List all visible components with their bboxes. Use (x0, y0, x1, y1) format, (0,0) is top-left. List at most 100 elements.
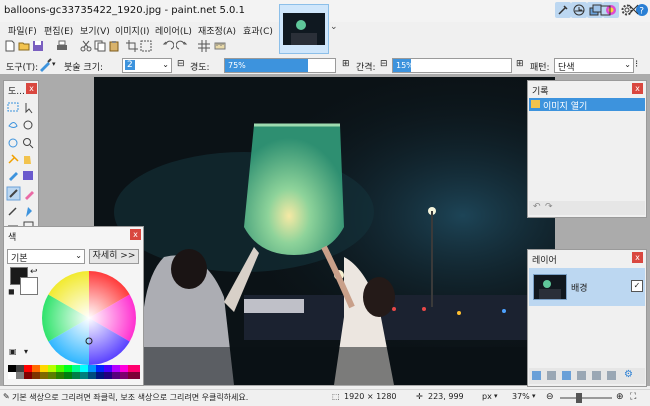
paintbrush-tool-icon[interactable] (38, 58, 52, 72)
open-folder-icon[interactable] (18, 40, 30, 52)
unit-dropdown-icon[interactable]: ▾ (494, 392, 498, 400)
menu-layers[interactable]: 레이어(L) (155, 24, 192, 37)
overflow-icon[interactable]: ⁝ (635, 59, 638, 70)
open-image-icon (531, 100, 540, 108)
maximize-button[interactable] (596, 2, 616, 18)
status-hint: 기본 색상으로 그리려면 좌클릭, 보조 색상으로 그리려면 우클릭하세요. (12, 393, 249, 402)
window-title: balloons-gc33735422_1920.jpg - paint.net… (4, 5, 245, 16)
menu-edit[interactable]: 편집(E) (44, 24, 73, 37)
redo-icon[interactable] (175, 40, 188, 52)
zoom-in-icon[interactable]: ⊕ (616, 392, 624, 402)
history-undo-icon[interactable]: ↶ (533, 202, 541, 212)
menu-effects[interactable]: 효과(C) (243, 24, 273, 37)
brush-width-field[interactable]: 2 ⌄ (122, 58, 172, 73)
pattern-value: 단색 (558, 63, 575, 73)
spacing-increase-icon[interactable]: ⊞ (516, 59, 524, 69)
close-window-button[interactable] (624, 2, 644, 18)
swap-colors-icon[interactable]: ↩ (30, 267, 38, 277)
color-mode-dropdown-icon[interactable]: ⌄ (75, 251, 82, 260)
layer-properties-icon[interactable]: ⚙ (624, 369, 633, 380)
cut-icon[interactable] (80, 40, 92, 52)
color-palette-strip[interactable] (8, 365, 140, 379)
palette-menu-icon[interactable]: ▾ (24, 347, 28, 356)
secondary-color-swatch[interactable] (20, 277, 38, 295)
zoom-out-icon[interactable]: ⊖ (546, 392, 554, 402)
move-layer-up-icon[interactable] (592, 371, 601, 380)
grid-icon[interactable] (198, 40, 210, 52)
history-panel-title: 기록 (532, 87, 549, 97)
hardness-fill: 75% (225, 59, 308, 72)
hardness-decrease-icon[interactable]: ⊟ (177, 59, 185, 69)
menu-adjustments[interactable]: 재조정(A) (198, 24, 236, 37)
deselect-icon[interactable] (140, 40, 152, 52)
print-icon[interactable] (56, 40, 68, 52)
zoom-slider[interactable] (560, 393, 612, 403)
layer-thumbnail (533, 274, 567, 300)
history-panel-close-button[interactable]: x (632, 83, 643, 94)
palette-icon[interactable]: ▣ (9, 347, 17, 356)
minimize-button[interactable] (570, 2, 590, 18)
tool-grid (6, 101, 38, 234)
cursor-position: 223, 999 (428, 392, 464, 401)
tools-panel-title: 도... (8, 87, 25, 97)
ruler-icon[interactable] (214, 40, 226, 52)
tools-panel-header: 도... x (4, 81, 38, 97)
undo-icon[interactable] (162, 40, 175, 52)
main-toolbar (0, 38, 278, 55)
crop-icon[interactable] (126, 40, 138, 52)
more-colors-button[interactable]: 자세히 >> (89, 249, 139, 264)
tool-options-bar: 도구(T): ▾ 붓술 크기: 2 ⌄ ⊟ 경도: 75% ⊞ 간격: ⊟ 15… (0, 57, 650, 74)
move-layer-down-icon[interactable] (607, 371, 616, 380)
pattern-select[interactable]: 단색 ⌄ (554, 58, 634, 73)
color-mode-select[interactable]: 기본 ⌄ (7, 249, 85, 264)
colors-panel-title: 색 (8, 233, 17, 243)
layers-panel-close-button[interactable]: x (632, 252, 643, 263)
layer-item[interactable]: 배경 ✓ (529, 268, 645, 306)
history-redo-icon[interactable]: ↷ (545, 202, 553, 212)
image-tab-thumbnail[interactable] (279, 4, 329, 54)
hardness-increase-icon[interactable]: ⊞ (342, 59, 350, 69)
tools-toggle-icon[interactable] (555, 2, 571, 18)
copy-icon[interactable] (94, 40, 106, 52)
zoom-dropdown-icon[interactable]: ▾ (532, 392, 536, 400)
history-item[interactable]: 이미지 열기 (529, 98, 645, 112)
image-size: 1920 × 1280 (344, 392, 397, 401)
new-file-icon[interactable] (4, 40, 16, 52)
color-mode-value: 기본 (11, 254, 28, 264)
add-layer-icon[interactable] (532, 371, 541, 380)
colors-panel: 색 x 기본 ⌄ 자세히 >> ↩ ◼ ▣ ▾ (3, 226, 144, 386)
brush-width-dropdown-icon[interactable]: ⌄ (162, 60, 169, 69)
layer-visibility-checkbox[interactable]: ✓ (631, 280, 643, 292)
delete-layer-icon[interactable] (547, 371, 556, 380)
colors-panel-close-button[interactable]: x (130, 229, 141, 240)
history-panel: 기록 x 이미지 열기 ↶ ↷ (527, 80, 647, 218)
tabs-dropdown-icon[interactable]: ⌄ (330, 22, 338, 32)
tool-dropdown-icon[interactable]: ▾ (52, 60, 56, 68)
menu-view[interactable]: 보기(V) (80, 24, 110, 37)
layer-name: 배경 (571, 284, 588, 294)
window-caption-buttons (570, 2, 650, 20)
color-wheel[interactable] (42, 271, 136, 368)
duplicate-layer-icon[interactable] (562, 371, 571, 380)
menu-file[interactable]: 파일(F) (8, 24, 37, 37)
paste-icon[interactable] (108, 40, 120, 52)
pattern-dropdown-icon[interactable]: ⌄ (624, 60, 631, 69)
unit-select[interactable]: px (482, 392, 492, 401)
colors-panel-header: 색 x (4, 227, 143, 243)
spacing-decrease-icon[interactable]: ⊟ (380, 59, 388, 69)
zoom-level[interactable]: 37% (512, 392, 530, 401)
merge-layer-icon[interactable] (577, 371, 586, 380)
history-panel-header: 기록 x (528, 81, 646, 97)
history-controls: ↶ ↷ (529, 201, 645, 215)
tools-panel-close-button[interactable]: x (26, 83, 37, 94)
zoom-to-fit-icon[interactable]: ⛶ (630, 392, 636, 402)
zoom-slider-thumb[interactable] (576, 393, 582, 403)
image-canvas[interactable] (94, 77, 555, 385)
layers-panel-title: 레이어 (532, 256, 557, 266)
pattern-label: 패턴: (530, 63, 550, 73)
hardness-slider[interactable]: 75% (224, 58, 336, 73)
menu-image[interactable]: 이미지(I) (115, 24, 150, 37)
reset-colors-icon[interactable]: ◼ (8, 287, 15, 296)
spacing-slider[interactable]: 15% (392, 58, 512, 73)
save-icon[interactable] (32, 40, 44, 52)
